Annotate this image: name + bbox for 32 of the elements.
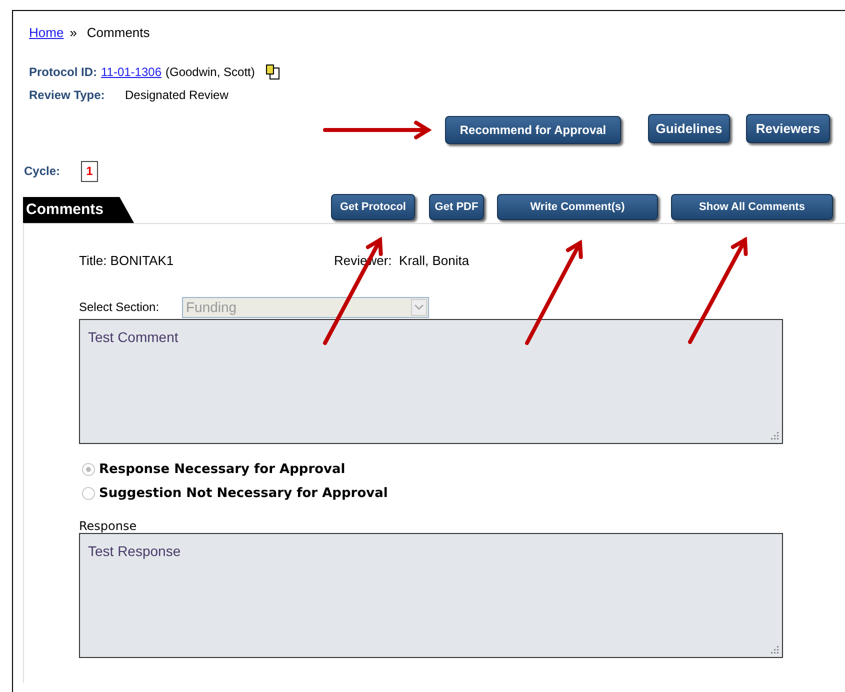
breadcrumb-separator: » [70, 24, 77, 42]
radio-button[interactable] [82, 463, 95, 476]
response-textarea[interactable]: Test Response [79, 533, 783, 658]
response-label: Response [79, 518, 137, 535]
protocol-label: Protocol ID: [29, 64, 97, 81]
breadcrumb-current: Comments [86, 24, 150, 42]
documents-icon[interactable] [264, 64, 281, 80]
action-button[interactable]: Write Comment(s) [497, 194, 658, 220]
resize-grip-icon [770, 645, 779, 654]
action-button[interactable]: Recommend for Approval [445, 116, 621, 144]
comment-title: Title: BONITAK1 [79, 252, 175, 270]
radio-label: Suggestion Not Necessary for Approval [99, 484, 388, 503]
comment-textarea[interactable]: Test Comment [79, 319, 783, 444]
protocol-link[interactable]: 11-01-1306 [101, 63, 162, 81]
protocol-person: (Goodwin, Scott) [166, 64, 255, 81]
review-type-label: Review Type: [29, 87, 106, 104]
action-button[interactable]: Reviewers [746, 114, 830, 143]
review-type-value: Designated Review [125, 87, 228, 104]
field-text: Test Response [88, 543, 181, 559]
action-button[interactable]: Get Protocol [331, 194, 415, 220]
action-button[interactable]: Get PDF [429, 194, 484, 220]
cycle-label: Cycle: [24, 163, 62, 180]
radio-button[interactable] [82, 487, 95, 500]
field-text: Test Comment [88, 329, 178, 345]
action-button[interactable]: Show All Comments [671, 194, 833, 220]
home-link[interactable]: Home [29, 23, 64, 43]
cycle-document[interactable]: 1 [81, 160, 98, 182]
select-section-label: Select Section: [79, 299, 160, 316]
dropdown-caret-icon [411, 298, 427, 316]
radio-label: Response Necessary for Approval [99, 460, 346, 479]
resize-grip-icon [770, 431, 779, 440]
action-button[interactable]: Guidelines [648, 114, 730, 143]
